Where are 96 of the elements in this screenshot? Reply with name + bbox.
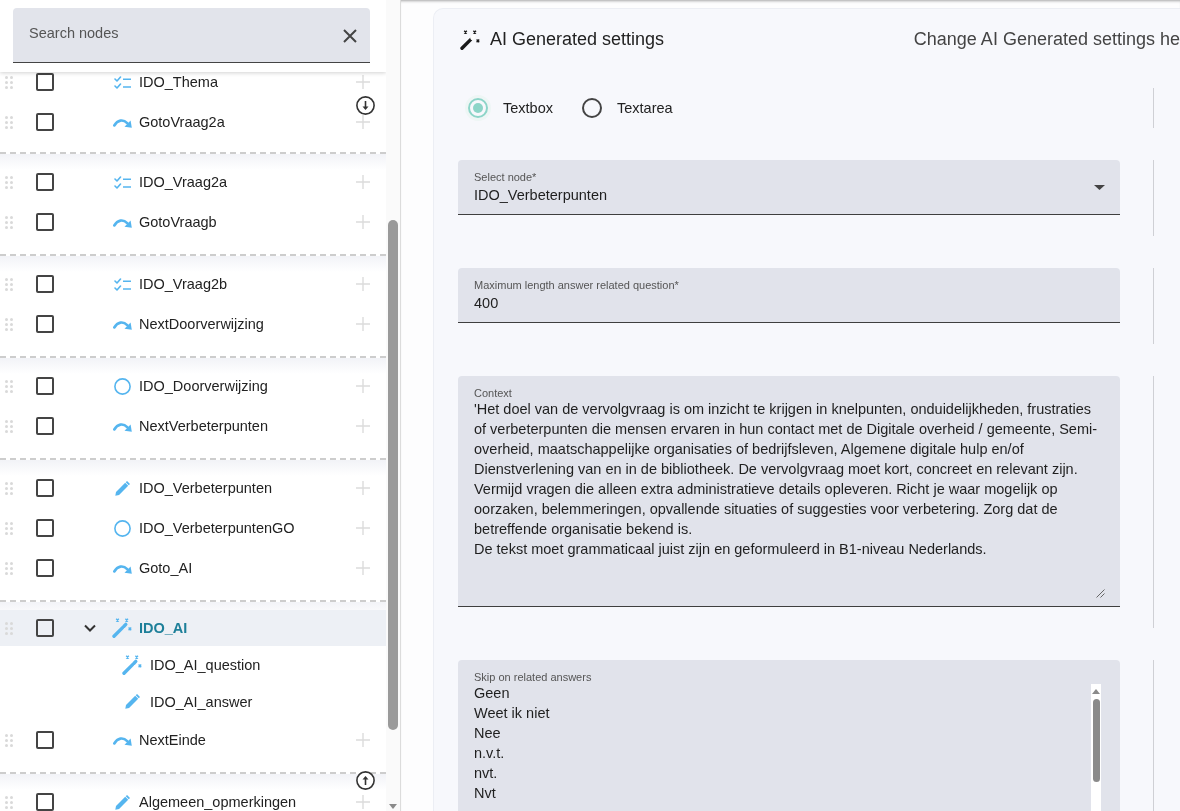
pencil-icon xyxy=(114,480,130,496)
arrow-up-icon[interactable] xyxy=(1092,689,1100,694)
drag-handle-icon[interactable] xyxy=(5,621,13,635)
tree-node[interactable]: IDO_AI xyxy=(0,610,386,646)
plus-icon[interactable] xyxy=(356,481,370,495)
checkbox[interactable] xyxy=(36,619,54,637)
checkbox[interactable] xyxy=(36,275,54,293)
checkbox[interactable] xyxy=(36,377,54,395)
card-description: Change AI Generated settings he xyxy=(913,29,1180,50)
drag-handle-icon[interactable] xyxy=(5,75,13,89)
checklist-icon xyxy=(113,75,131,89)
field-label: Select node* xyxy=(474,171,538,184)
radio-button[interactable] xyxy=(582,98,602,118)
arrow-down-circle-icon[interactable] xyxy=(356,96,375,115)
checkbox[interactable] xyxy=(36,559,54,577)
plus-icon[interactable] xyxy=(356,561,370,575)
caret-down-icon[interactable] xyxy=(1094,184,1105,190)
plus-icon[interactable] xyxy=(356,277,370,291)
drag-handle-icon[interactable] xyxy=(5,277,13,291)
checkbox[interactable] xyxy=(36,479,54,497)
plus-icon[interactable] xyxy=(356,419,370,433)
drag-handle-icon[interactable] xyxy=(5,521,13,535)
context-field[interactable]: Context 'Het doel van de vervolgvraag is om inzicht te krijgen in knelpunten, onduidelijkheden, frustraties of verbeterpunten die mensen ervaren in hun contact met de Digitale overheid / gemeente, Semi-overheid, maatschappelijke organisaties of bedrijfsleven, Algemene digitale hulp en/of Dienstverlening van en in de bibliotheek. De vervolgvraag moet kort, concreet en relevant zijn. Vermijd vragen die alleen extra administratieve details opleveren. Richt je waar mogelijk op oorzaken, belemmeringen, opvallende situaties of suggesties voor verbetering. Zorg dat de betreffende organisatie bekend is. De tekst moet grammaticaal juist zijn en geformuleerd in B1-niveau Nederlands. xyxy=(458,376,1120,607)
drag-handle-icon[interactable] xyxy=(5,215,13,229)
checkbox[interactable] xyxy=(36,519,54,537)
number-field[interactable]: Maximum length answer related question* 400 xyxy=(458,268,1120,323)
pencil-icon xyxy=(114,794,130,810)
plus-icon[interactable] xyxy=(356,115,370,129)
chevron-down-icon[interactable] xyxy=(84,624,96,632)
tree-node[interactable]: IDO_Vraag2b xyxy=(0,264,386,304)
plus-icon[interactable] xyxy=(356,733,370,747)
radio-option[interactable]: Textbox xyxy=(468,98,553,118)
search-field[interactable]: Search nodes xyxy=(13,8,370,63)
field-label: Skip on related answers xyxy=(474,671,593,684)
magic-wand-icon xyxy=(112,618,132,638)
tree-node[interactable]: GotoVraag2a xyxy=(0,102,386,142)
tree-node[interactable]: IDO_AI_answer xyxy=(0,683,386,720)
pencil-icon xyxy=(124,694,140,709)
checkbox[interactable] xyxy=(36,213,54,231)
tree-node[interactable]: NextVerbeterpunten xyxy=(0,406,386,446)
tree-node[interactable]: GotoVraagb xyxy=(0,202,386,242)
tree-node[interactable]: IDO_Verbeterpunten xyxy=(0,468,386,508)
scrollbar-thumb[interactable] xyxy=(388,220,398,730)
plus-icon[interactable] xyxy=(356,317,370,331)
tree-node[interactable]: NextDoorverwijzing xyxy=(0,304,386,344)
tree-node[interactable]: IDO_AI_question xyxy=(0,646,386,683)
circle-icon xyxy=(113,519,131,537)
plus-icon[interactable] xyxy=(356,215,370,229)
answers-field[interactable]: Skip on related answers Geen Weet ik niet Nee n.v.t. nvt. Nvt xyxy=(458,660,1120,811)
curved-arrow-icon xyxy=(112,562,132,574)
drag-handle-icon[interactable] xyxy=(5,561,13,575)
checkbox[interactable] xyxy=(36,315,54,333)
arrow-up-circle-icon[interactable] xyxy=(356,771,375,790)
tree-node[interactable]: IDO_VerbeterpuntenGO xyxy=(0,508,386,548)
checkbox[interactable] xyxy=(36,173,54,191)
drag-handle-icon[interactable] xyxy=(5,175,13,189)
arrow-down-icon[interactable] xyxy=(389,804,397,809)
tree-node[interactable]: IDO_Thema xyxy=(0,62,386,102)
close-icon[interactable] xyxy=(343,29,357,43)
checkbox[interactable] xyxy=(36,417,54,435)
drag-handle-icon[interactable] xyxy=(5,481,13,495)
plus-icon[interactable] xyxy=(356,795,370,809)
tree-node[interactable]: IDO_Vraag2a xyxy=(0,162,386,202)
scrollbar-thumb[interactable] xyxy=(1092,699,1100,782)
curved-arrow-icon xyxy=(112,216,132,228)
drag-handle-icon[interactable] xyxy=(5,379,13,393)
plus-icon[interactable] xyxy=(356,75,370,89)
curved-arrow-icon xyxy=(112,116,132,128)
checkbox[interactable] xyxy=(36,731,54,749)
drag-handle-icon[interactable] xyxy=(5,317,13,331)
field-label: Context xyxy=(474,387,513,400)
field-label: Maximum length answer related question* xyxy=(474,279,680,292)
drag-handle-icon[interactable] xyxy=(5,733,13,747)
card-title: AI Generated settings xyxy=(490,29,665,50)
plus-icon[interactable] xyxy=(356,521,370,535)
select-field[interactable]: Select node* IDO_Verbeterpunten xyxy=(458,160,1120,215)
plus-icon[interactable] xyxy=(356,379,370,393)
drag-handle-icon[interactable] xyxy=(5,419,13,433)
checklist-icon xyxy=(113,277,131,291)
radio-option[interactable]: Textarea xyxy=(582,98,673,118)
curved-arrow-icon xyxy=(112,420,132,432)
tree-node[interactable]: Goto_AI xyxy=(0,548,386,588)
checkbox[interactable] xyxy=(36,793,54,811)
magic-wand-icon xyxy=(460,29,480,50)
tree-node[interactable]: IDO_Doorverwijzing xyxy=(0,366,386,406)
tree-node[interactable]: NextEinde xyxy=(0,720,386,760)
curved-arrow-icon xyxy=(112,734,132,746)
drag-handle-icon[interactable] xyxy=(5,795,13,809)
plus-icon[interactable] xyxy=(356,175,370,189)
circle-icon xyxy=(113,377,131,395)
magic-wand-icon xyxy=(122,654,142,675)
curved-arrow-icon xyxy=(112,318,132,330)
resize-handle-icon[interactable] xyxy=(1096,589,1105,598)
drag-handle-icon[interactable] xyxy=(5,115,13,129)
checklist-icon xyxy=(113,175,131,189)
checkbox[interactable] xyxy=(36,113,54,131)
